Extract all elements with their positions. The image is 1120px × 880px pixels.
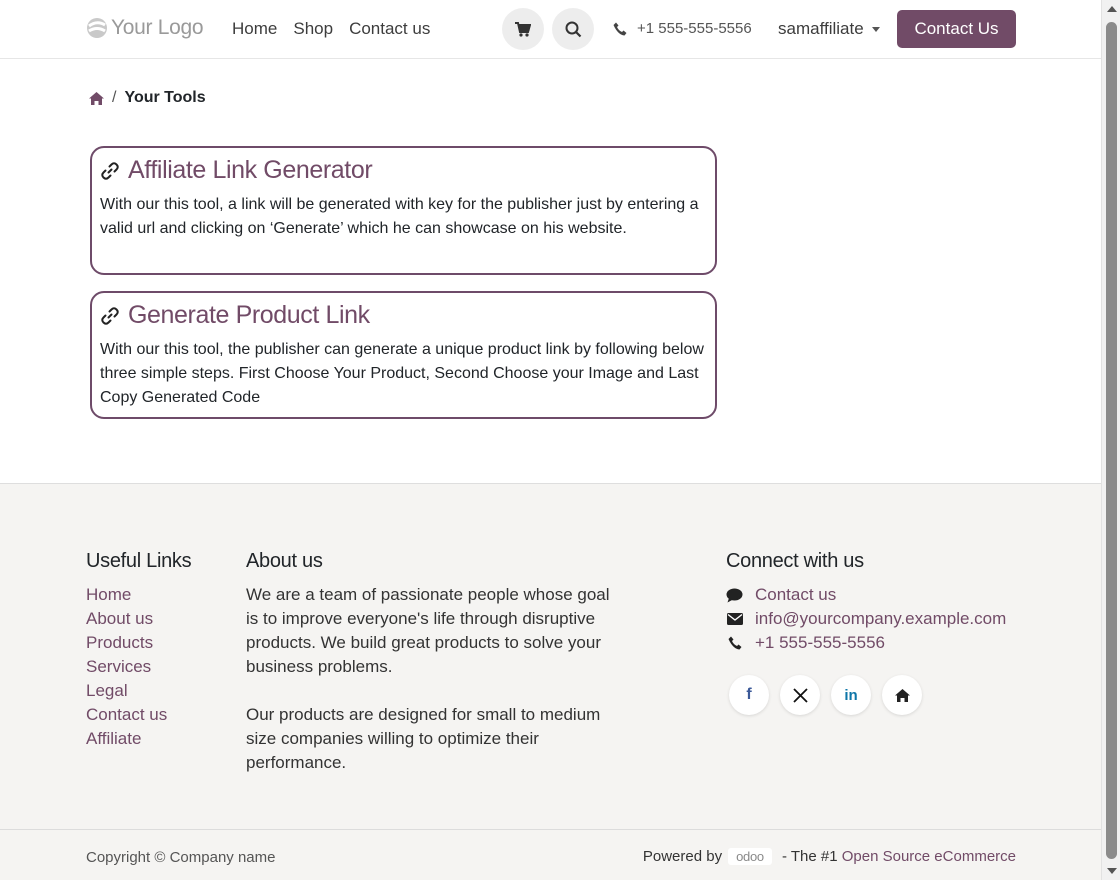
copyright-text: Copyright © Company name xyxy=(86,849,276,866)
powered-by: Powered by odoo - The #1 Open Source eCo… xyxy=(643,848,1016,865)
cart-button[interactable] xyxy=(502,8,544,50)
about-section: About us We are a team of passionate peo… xyxy=(246,550,616,775)
search-icon xyxy=(565,21,581,37)
user-menu-toggle[interactable]: samaffiliate xyxy=(778,19,880,39)
breadcrumb: / Your Tools xyxy=(89,89,206,107)
linkedin-icon[interactable]: in xyxy=(831,675,871,715)
connect-section: Connect with us Contact us info@yourcomp… xyxy=(726,550,1006,715)
footer-email-link[interactable]: info@yourcompany.example.com xyxy=(726,607,1006,631)
social-links: f in xyxy=(729,675,1006,715)
footer-link-about[interactable]: About us xyxy=(86,607,191,631)
affiliate-link-generator-card[interactable]: Affiliate Link Generator With our this t… xyxy=(90,146,717,275)
footer: Useful Links Home About us Products Serv… xyxy=(0,483,1101,880)
footer-link-legal[interactable]: Legal xyxy=(86,679,191,703)
card-title[interactable]: Affiliate Link Generator xyxy=(128,156,373,185)
card-description: With our this tool, the publisher can ge… xyxy=(100,341,704,406)
link-icon xyxy=(101,161,119,180)
footer-link-affiliate[interactable]: Affiliate xyxy=(86,727,191,751)
nav-contact-link[interactable]: Contact us xyxy=(349,19,430,39)
vertical-scrollbar[interactable] xyxy=(1101,0,1120,880)
contact-label: Contact us xyxy=(755,585,837,604)
breadcrumb-separator: / xyxy=(112,89,117,106)
footer-link-products[interactable]: Products xyxy=(86,631,191,655)
useful-links-heading: Useful Links xyxy=(86,550,192,572)
about-paragraph-1: We are a team of passionate people whose… xyxy=(246,585,610,676)
about-heading: About us xyxy=(246,550,323,572)
nav-home-link[interactable]: Home xyxy=(232,19,277,39)
top-navbar: Your Logo Home Shop Contact us +1 555-55… xyxy=(0,0,1101,59)
card-description: With our this tool, a link will be gener… xyxy=(100,196,699,237)
odoo-logo[interactable]: odoo xyxy=(728,848,772,865)
footer-phone: +1 555-555-5556 xyxy=(755,633,885,652)
breadcrumb-current: Your Tools xyxy=(124,89,206,106)
scrollbar-thumb[interactable] xyxy=(1106,22,1117,859)
comment-icon xyxy=(726,588,743,603)
page-viewport: Your Logo Home Shop Contact us +1 555-55… xyxy=(0,0,1101,880)
user-name: samaffiliate xyxy=(778,19,864,38)
facebook-icon[interactable]: f xyxy=(729,675,769,715)
scroll-down-arrow-icon[interactable] xyxy=(1107,868,1117,874)
card-title-row: Affiliate Link Generator xyxy=(100,156,705,185)
scroll-up-arrow-icon[interactable] xyxy=(1107,6,1117,12)
useful-links-list: Home About us Products Services Legal Co… xyxy=(86,583,191,751)
home-icon[interactable] xyxy=(882,675,922,715)
search-button[interactable] xyxy=(552,8,594,50)
chevron-down-icon xyxy=(871,27,880,32)
phone-icon xyxy=(726,636,743,650)
cart-icon xyxy=(515,21,531,37)
about-paragraph-2: Our products are designed for small to m… xyxy=(246,705,601,772)
footer-link-home[interactable]: Home xyxy=(86,583,191,607)
contact-us-button[interactable]: Contact Us xyxy=(897,10,1016,48)
generate-product-link-card[interactable]: Generate Product Link With our this tool… xyxy=(90,291,717,419)
x-twitter-icon[interactable] xyxy=(780,675,820,715)
header-phone-number: +1 555-555-5556 xyxy=(637,20,752,37)
envelope-icon xyxy=(726,613,743,625)
copyright-bar: Copyright © Company name Powered by odoo… xyxy=(0,829,1101,880)
ecommerce-link[interactable]: Open Source eCommerce xyxy=(842,848,1016,865)
link-icon xyxy=(101,306,119,325)
tagline-dash: - The #1 xyxy=(777,848,842,865)
card-title-row: Generate Product Link xyxy=(100,301,705,330)
footer-link-contact[interactable]: Contact us xyxy=(86,703,191,727)
home-icon[interactable] xyxy=(89,91,104,105)
connect-heading: Connect with us xyxy=(726,550,864,572)
header-phone[interactable]: +1 555-555-5556 xyxy=(613,20,752,37)
footer-link-services[interactable]: Services xyxy=(86,655,191,679)
main-nav: Home Shop Contact us xyxy=(232,19,430,39)
phone-icon xyxy=(613,22,627,35)
nav-shop-link[interactable]: Shop xyxy=(293,19,333,39)
footer-email: info@yourcompany.example.com xyxy=(755,609,1007,628)
card-title[interactable]: Generate Product Link xyxy=(128,301,370,330)
logo[interactable]: Your Logo xyxy=(86,16,204,40)
logo-swirl-icon xyxy=(87,18,107,38)
footer-contact-link[interactable]: Contact us xyxy=(726,583,1006,607)
useful-links-section: Useful Links Home About us Products Serv… xyxy=(86,550,192,751)
logo-text: Your Logo xyxy=(111,16,204,39)
powered-by-label: Powered by xyxy=(642,848,723,865)
footer-phone-link[interactable]: +1 555-555-5556 xyxy=(726,631,1006,655)
